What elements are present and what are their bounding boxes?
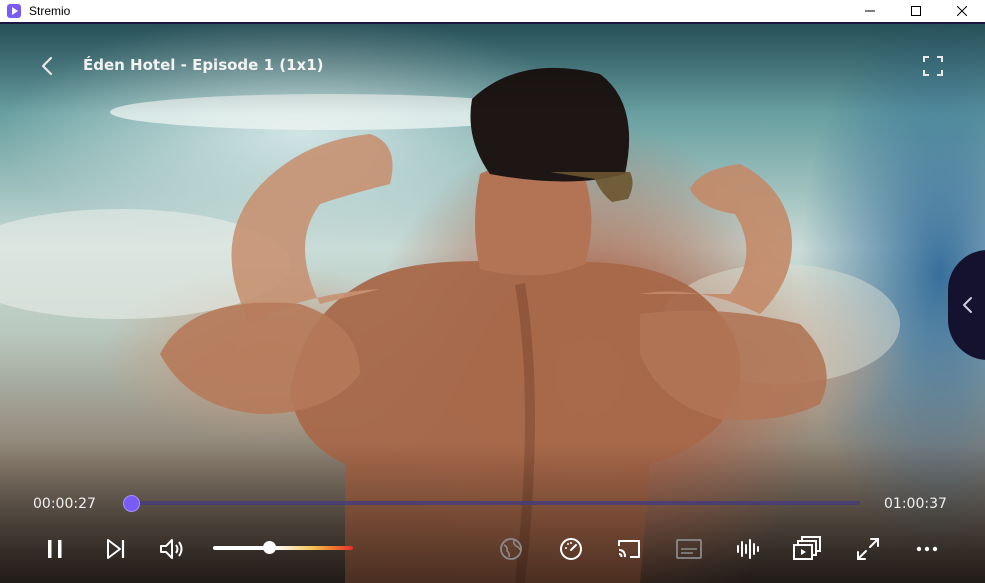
expand-icon (857, 538, 879, 560)
maximize-icon (911, 6, 921, 16)
more-icon (916, 546, 938, 552)
next-episode-icon (107, 539, 125, 559)
subtitles-icon (676, 539, 702, 559)
fullscreen-icon (923, 56, 943, 76)
window-controls (847, 0, 985, 22)
back-button[interactable] (36, 54, 60, 78)
speedometer-icon (560, 538, 582, 560)
video-player[interactable]: Éden Hotel - Episode 1 (1x1) 00:00:27 01… (0, 22, 985, 583)
pause-icon (48, 540, 62, 558)
cast-icon (618, 540, 640, 558)
current-time: 00:00:27 (33, 496, 96, 512)
close-button[interactable] (939, 0, 985, 22)
app-title: Stremio (29, 4, 71, 18)
next-episode-button[interactable] (100, 534, 130, 564)
stremio-logo-icon (7, 4, 21, 18)
chevron-left-icon (41, 56, 53, 76)
seek-thumb[interactable] (123, 495, 141, 512)
volume-icon (160, 539, 183, 559)
chevron-left-icon (963, 297, 972, 313)
episodes-list-icon (793, 536, 821, 560)
volume-slider[interactable] (213, 541, 353, 554)
audio-tracks-button[interactable] (733, 534, 763, 564)
maximize-button[interactable] (893, 0, 939, 22)
window-titlebar: Stremio (0, 0, 985, 22)
seek-bar[interactable] (123, 495, 860, 512)
close-icon (957, 6, 967, 16)
bottom-overlay (0, 443, 985, 583)
episodes-button[interactable] (792, 534, 822, 564)
playback-speed-button[interactable] (556, 534, 586, 564)
audio-waveform-icon (737, 539, 759, 559)
total-duration: 01:00:37 (884, 496, 947, 512)
cast-button[interactable] (614, 534, 644, 564)
fullscreen-button-top[interactable] (921, 54, 945, 78)
volume-button[interactable] (158, 534, 188, 564)
more-options-button[interactable] (912, 534, 942, 564)
fullscreen-button[interactable] (853, 534, 883, 564)
minimize-icon (865, 10, 875, 12)
video-title: Éden Hotel - Episode 1 (1x1) (83, 56, 324, 74)
volume-thumb[interactable] (263, 541, 276, 554)
pause-button[interactable] (40, 534, 70, 564)
globe-icon (500, 538, 522, 560)
minimize-button[interactable] (847, 0, 893, 22)
translate-button[interactable] (496, 534, 526, 564)
subtitles-button[interactable] (674, 534, 704, 564)
